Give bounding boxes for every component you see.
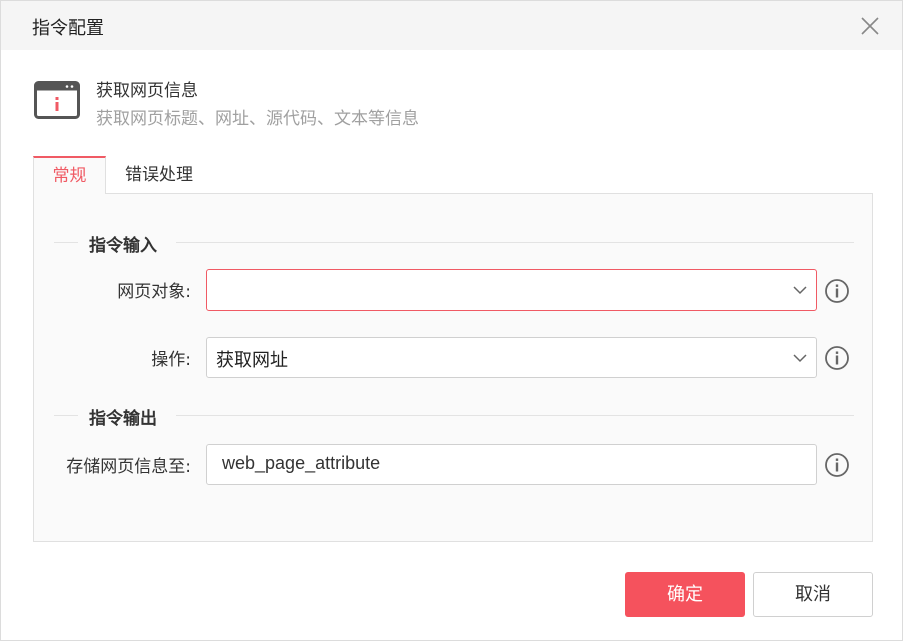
- section-output-title: 指令输出: [89, 409, 157, 429]
- section-output-header: 指令输出: [54, 404, 854, 429]
- tab-bar: 常规 错误处理: [33, 156, 873, 194]
- chevron-down-icon: [793, 286, 807, 295]
- tab-general[interactable]: 常规: [33, 156, 106, 194]
- config-dialog: 指令配置 获取网页信息 获取网页标题、网址、源代码、文本等信息 常规 错误处理 …: [0, 0, 903, 641]
- info-icon[interactable]: [824, 452, 850, 478]
- browser-info-icon: [34, 81, 80, 119]
- store-to-label: 存储网页信息至:: [66, 457, 191, 477]
- divider: [54, 415, 78, 416]
- operation-value: 获取网址: [216, 350, 288, 371]
- divider: [176, 242, 854, 243]
- dialog-title: 指令配置: [32, 18, 104, 39]
- operation-select[interactable]: 获取网址: [206, 337, 817, 378]
- dialog-titlebar: 指令配置: [1, 1, 902, 50]
- command-name: 获取网页信息: [96, 81, 198, 101]
- info-icon[interactable]: [824, 345, 850, 371]
- tab-error-handling[interactable]: 错误处理: [106, 156, 212, 194]
- chevron-down-icon: [793, 354, 807, 363]
- tab-panel-general: 指令输入 网页对象: 操作: 获取网址 指令输出 存储网页信息至: web_pa…: [33, 193, 873, 542]
- divider: [54, 242, 78, 243]
- info-icon[interactable]: [824, 278, 850, 304]
- web-object-label: 网页对象:: [117, 282, 191, 302]
- divider: [176, 415, 854, 416]
- store-to-value: web_page_attribute: [222, 453, 381, 473]
- command-description: 获取网页标题、网址、源代码、文本等信息: [96, 109, 419, 129]
- section-input-title: 指令输入: [89, 236, 157, 256]
- cancel-button[interactable]: 取消: [753, 572, 873, 617]
- operation-label: 操作:: [151, 350, 191, 370]
- close-icon[interactable]: [858, 14, 882, 38]
- web-object-select[interactable]: [206, 269, 817, 311]
- confirm-button[interactable]: 确定: [625, 572, 745, 617]
- store-to-input[interactable]: web_page_attribute: [206, 444, 817, 485]
- section-input-header: 指令输入: [54, 231, 854, 256]
